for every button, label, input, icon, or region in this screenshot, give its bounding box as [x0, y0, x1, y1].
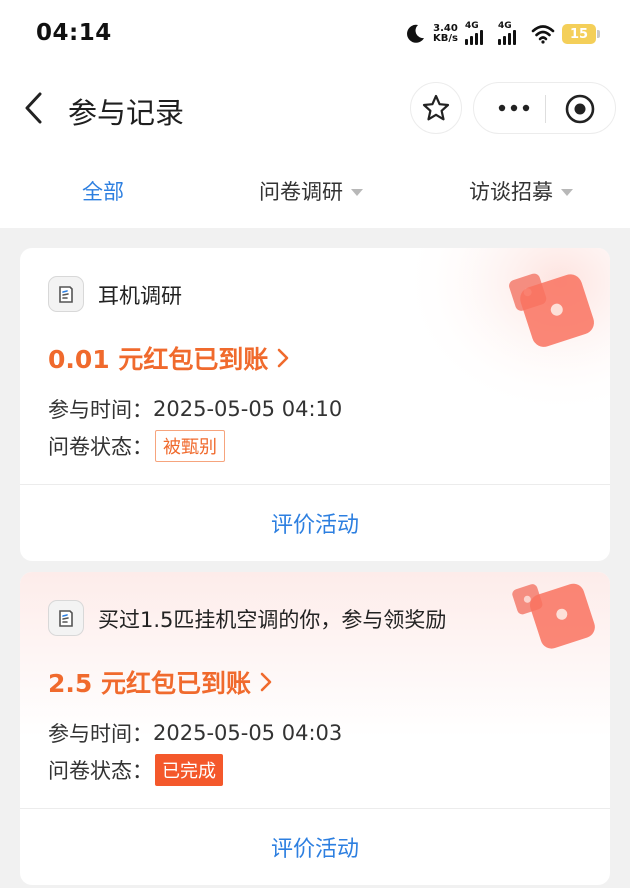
survey-icon — [48, 600, 84, 636]
status-badge: 已完成 — [155, 754, 223, 786]
participation-time-value: 2025-05-05 04:03 — [153, 721, 343, 745]
page-title: 参与记录 — [68, 96, 185, 130]
back-arrow-icon[interactable] — [20, 90, 48, 126]
status-badge: 被甄别 — [155, 430, 225, 462]
record-title: 耳机调研 — [98, 284, 182, 308]
miniapp-capsule — [473, 82, 616, 134]
battery-icon: 15 — [562, 24, 600, 44]
moon-icon — [407, 24, 425, 43]
chevron-right-icon — [278, 348, 289, 368]
survey-status-row: 问卷状态： 已完成 — [48, 754, 223, 786]
record-card-body[interactable]: 买过1.5匹挂机空调的你，参与领奖励 2.5 元红包已到账 参与时间： 2025… — [20, 572, 610, 808]
participation-time-value: 2025-05-05 04:10 — [153, 397, 343, 421]
survey-status-row: 问卷状态： 被甄别 — [48, 430, 225, 462]
participation-time-row: 参与时间： 2025-05-05 04:03 — [48, 718, 342, 748]
record-card: 耳机调研 0.01 元红包已到账 参与时间： 2025-05-05 04:10 … — [20, 248, 610, 561]
battery-level: 15 — [569, 26, 589, 42]
star-icon — [422, 94, 450, 121]
red-packet-decoration-icon — [410, 248, 610, 418]
record-card: 买过1.5匹挂机空调的你，参与领奖励 2.5 元红包已到账 参与时间： 2025… — [20, 572, 610, 885]
red-packet-decoration-icon — [512, 583, 595, 649]
reward-link[interactable]: 0.01 元红包已到账 — [48, 340, 290, 376]
caret-down-icon — [561, 188, 573, 196]
participation-time-label: 参与时间： — [48, 722, 153, 746]
nav-header: 参与记录 — [0, 68, 630, 154]
status-icons: 3.40 KB/s 4G 4G 15 — [404, 19, 600, 49]
tab-survey-label: 问卷调研 — [259, 180, 343, 204]
wifi-icon — [531, 25, 555, 44]
reward-text: 0.01 元红包已到账 — [48, 345, 269, 374]
signal-2-label: 4G — [498, 21, 512, 31]
tab-interview[interactable]: 访谈招募 — [469, 176, 573, 206]
tab-all-label: 全部 — [82, 180, 124, 204]
network-speed: 3.40 KB/s — [433, 24, 458, 44]
rate-activity-button[interactable]: 评价活动 — [20, 485, 610, 561]
signal-2-icon: 4G — [498, 21, 524, 45]
capsule-divider — [545, 95, 546, 123]
filter-tabs: 全部 问卷调研 访谈招募 — [0, 154, 630, 228]
status-time: 04:14 — [36, 20, 112, 46]
survey-status-label: 问卷状态： — [48, 435, 153, 459]
rate-activity-button[interactable]: 评价活动 — [20, 809, 610, 885]
record-title: 买过1.5匹挂机空调的你，参与领奖励 — [98, 608, 447, 632]
participation-time-label: 参与时间： — [48, 398, 153, 422]
signal-1-label: 4G — [465, 21, 479, 31]
tab-all[interactable]: 全部 — [82, 176, 124, 206]
more-options-icon[interactable] — [496, 97, 532, 119]
caret-down-icon — [351, 188, 363, 196]
reward-text: 2.5 元红包已到账 — [48, 669, 251, 698]
favorite-button[interactable] — [410, 82, 462, 134]
network-speed-unit: KB/s — [433, 33, 458, 44]
close-miniapp-icon[interactable] — [564, 93, 596, 125]
survey-icon — [48, 276, 84, 312]
tab-survey[interactable]: 问卷调研 — [259, 176, 363, 206]
participation-time-row: 参与时间： 2025-05-05 04:10 — [48, 394, 342, 424]
tab-interview-label: 访谈招募 — [469, 180, 553, 204]
record-card-body[interactable]: 耳机调研 0.01 元红包已到账 参与时间： 2025-05-05 04:10 … — [20, 248, 610, 484]
survey-status-label: 问卷状态： — [48, 759, 153, 783]
chevron-right-icon — [260, 672, 272, 692]
signal-1-icon: 4G — [465, 21, 491, 45]
reward-link[interactable]: 2.5 元红包已到账 — [48, 664, 273, 700]
status-bar: 04:14 3.40 KB/s 4G 4G 15 — [0, 0, 630, 68]
